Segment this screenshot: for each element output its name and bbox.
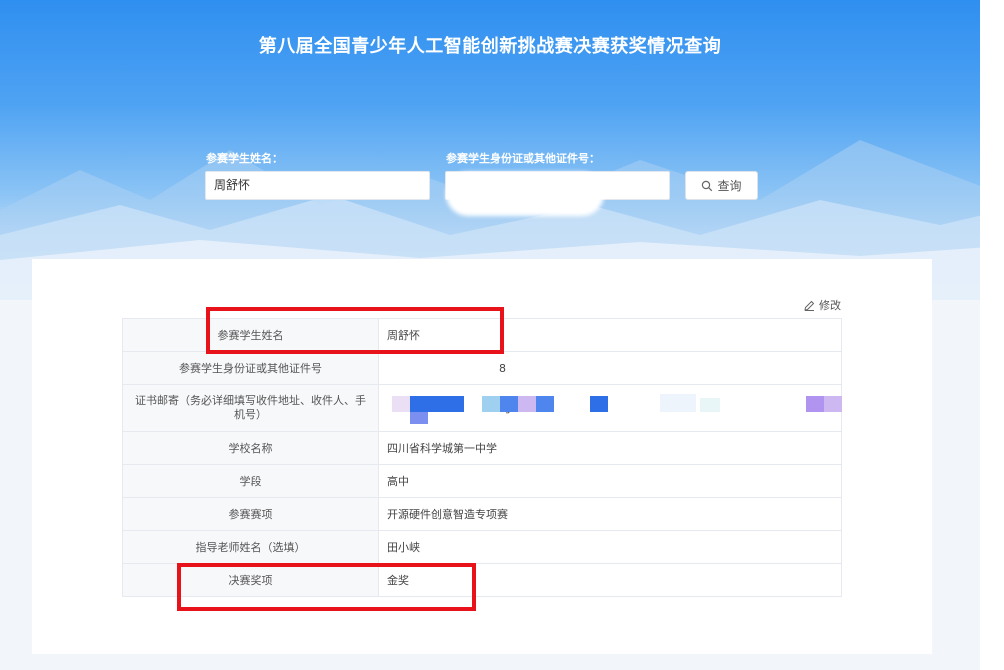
table-row: 指导老师姓名（选填） 田小峡 (122, 530, 842, 564)
edit-label: 修改 (819, 299, 841, 312)
edit-button[interactable]: 修改 (804, 297, 841, 313)
id-label: 参赛学生身份证或其他证件号： (446, 152, 600, 165)
redaction-blur (446, 172, 604, 216)
highlight-box-award (177, 563, 476, 611)
name-label: 参赛学生姓名： (206, 152, 283, 165)
row-value: 开源硬件创意智造专项赛 (378, 497, 842, 531)
row-key: 证书邮寄（务必详细填写收件地址、收件人、手机号） (122, 384, 379, 432)
table-row: 参赛赛项 开源硬件创意智造专项赛 (122, 497, 842, 531)
row-value: 高中 (378, 464, 842, 498)
search-icon (702, 180, 713, 191)
row-value: 四川省科学城第一中学 (378, 431, 842, 465)
page-title: 第八届全国青少年人工智能创新挑战赛决赛获奖情况查询 (258, 36, 722, 57)
name-input[interactable]: 周舒怀 (205, 171, 430, 200)
query-button[interactable]: 查询 (685, 171, 758, 200)
row-key: 指导老师姓名（选填） (122, 530, 379, 564)
row-key: 参赛学生身份证或其他证件号 (122, 351, 379, 385)
row-key: 参赛赛项 (122, 497, 379, 531)
query-button-label: 查询 (717, 179, 742, 193)
highlight-box-name (206, 307, 504, 354)
row-key: 学段 (122, 464, 379, 498)
pencil-icon (804, 300, 815, 311)
window-edge (980, 0, 1004, 670)
row-value: 田小峡 (378, 530, 842, 564)
row-value: 8 (378, 351, 842, 385)
table-row: 参赛学生身份证或其他证件号 8 (122, 351, 842, 385)
result-table: 参赛学生姓名 周舒怀 参赛学生身份证或其他证件号 8 证书邮寄（务必详细填写收件… (122, 318, 842, 597)
row-key: 学校名称 (122, 431, 379, 465)
table-row: 学段 高中 (122, 464, 842, 498)
table-row: 学校名称 四川省科学城第一中学 (122, 431, 842, 465)
